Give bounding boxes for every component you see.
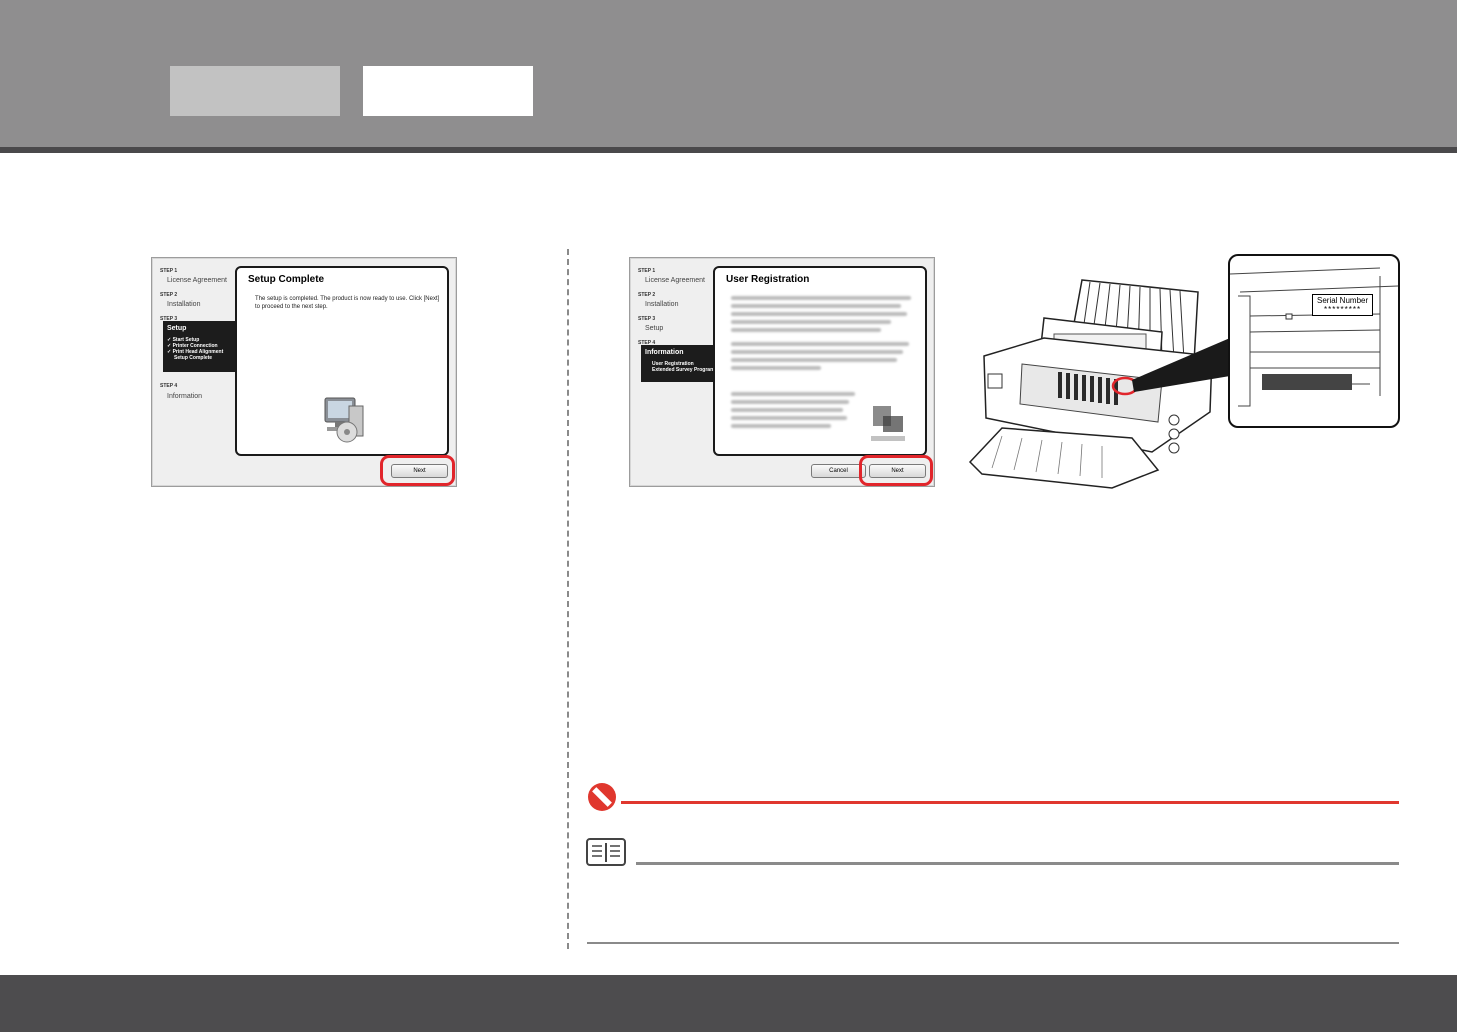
header-tab-inactive [170, 66, 340, 116]
next-button-highlight [859, 455, 933, 486]
content-panel: User Registration [713, 266, 927, 456]
computer-setup-icon [324, 397, 364, 443]
step-1-header: STEP 1 [638, 268, 656, 274]
step-3-label: Setup [645, 325, 664, 332]
callout-detail-drawing [1230, 267, 1398, 407]
serial-number-callout: Serial Number ********* [1228, 254, 1400, 428]
step-3-active-block: Setup ✓ Start Setup ✓ Printer Connection… [163, 321, 241, 372]
user-registration-dialog: STEP 1 License Agreement STEP 2 Installa… [629, 257, 935, 487]
registration-graphic-icon [871, 406, 905, 441]
step-3-header: STEP 3 [638, 316, 656, 322]
note-rule [636, 862, 1399, 865]
dialog-body-text: The setup is completed. The product is n… [255, 296, 440, 310]
step-3-label: Setup [167, 325, 187, 332]
book-note-icon [586, 838, 626, 866]
content-panel: Setup Complete The setup is completed. T… [235, 266, 449, 456]
column-divider [567, 249, 569, 949]
step-1-label: License Agreement [645, 277, 705, 284]
setup-complete-dialog: STEP 1 License Agreement STEP 2 Installa… [151, 257, 457, 487]
step-2-header: STEP 2 [638, 292, 656, 298]
step-item: Extended Survey Program [652, 367, 715, 373]
step-1-header: STEP 1 [160, 268, 178, 274]
header-tab-active [363, 66, 533, 116]
step-4-header: STEP 4 [160, 383, 178, 389]
step-2-label: Installation [645, 301, 679, 308]
step-1-label: License Agreement [167, 277, 227, 284]
header-rule [0, 147, 1457, 153]
step-2-header: STEP 2 [160, 292, 178, 298]
caution-rule [621, 801, 1399, 804]
note-end-rule [587, 942, 1399, 944]
dialog-title: User Registration [726, 274, 810, 285]
step-4-active-block: Information User Registration Extended S… [641, 345, 719, 382]
step-4-label: Information [645, 349, 684, 356]
footer-band [0, 975, 1457, 1032]
no-entry-icon [588, 783, 616, 811]
step-item: Setup Complete [174, 355, 213, 361]
dialog-title: Setup Complete [248, 274, 325, 285]
serial-number-mask: ********* [1324, 305, 1362, 314]
step-4-label: Information [167, 393, 203, 400]
serial-number-label-box: Serial Number ********* [1312, 294, 1374, 316]
cancel-button[interactable]: Cancel [811, 464, 866, 478]
serial-number-label: Serial Number [1317, 296, 1369, 305]
step-2-label: Installation [167, 301, 201, 308]
next-button-highlight [380, 455, 455, 486]
